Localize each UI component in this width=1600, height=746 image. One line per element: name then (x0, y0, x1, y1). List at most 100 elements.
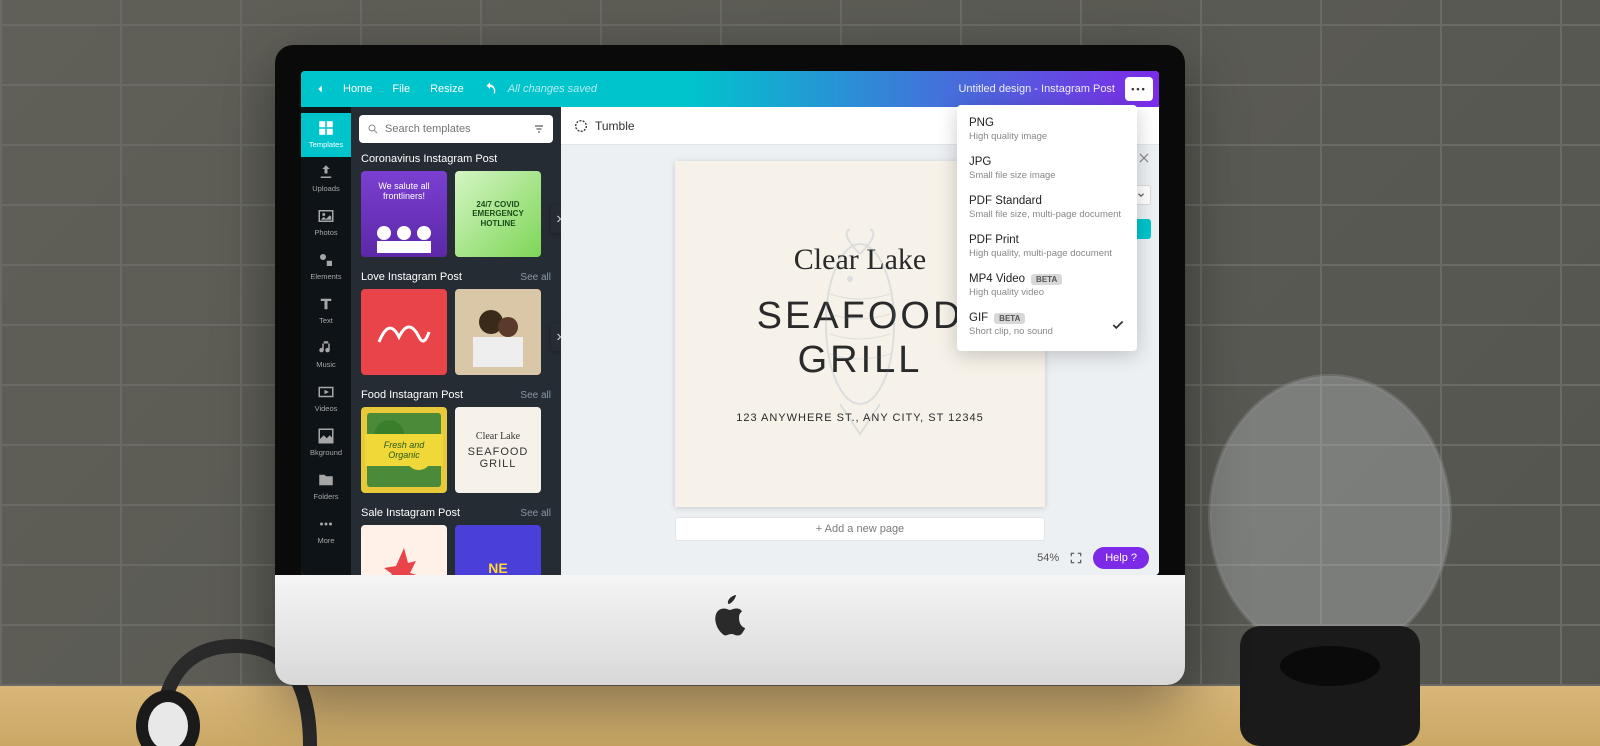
more-icon (317, 515, 335, 533)
filter-icon[interactable] (533, 122, 545, 136)
more-button[interactable]: ••• (1125, 77, 1153, 101)
option-desc: High quality, multi-page document (969, 248, 1125, 259)
photos-icon (317, 207, 335, 225)
effects-icon[interactable] (573, 118, 589, 134)
bkground-icon (317, 427, 335, 445)
fullscreen-icon[interactable] (1069, 551, 1083, 565)
thumb-text: We salute all (378, 181, 429, 191)
chevron-down-icon (1136, 190, 1146, 200)
text-icon (317, 295, 335, 313)
option-title: JPG (969, 156, 991, 168)
template-thumb[interactable]: We salute allfrontliners! (361, 171, 447, 257)
rail-label: Folders (313, 492, 338, 501)
resize-menu[interactable]: Resize (420, 83, 474, 95)
rail-label: Videos (315, 404, 338, 413)
music-icon (317, 339, 335, 357)
template-thumb[interactable]: Clear Lake SEAFOODGRILL (455, 407, 541, 493)
uploads-icon (317, 163, 335, 181)
thumbs-next[interactable]: › (551, 323, 561, 351)
rail-label: Templates (309, 140, 343, 149)
export-option-pdf-standard[interactable]: PDF Standard Small file size, multi-page… (957, 189, 1137, 228)
save-status: All changes saved (508, 83, 597, 95)
export-option-png[interactable]: PNG High quality image (957, 111, 1137, 150)
template-thumb[interactable]: 24/7 COVIDEMERGENCYHOTLINE (455, 171, 541, 257)
option-desc: Small file size, multi-page document (969, 209, 1125, 220)
templates-panel: Coronavirus Instagram Post We salute all… (351, 107, 561, 575)
template-thumb[interactable]: NE (455, 525, 541, 575)
option-title: PNG (969, 117, 994, 129)
tumble-button[interactable]: Tumble (595, 119, 635, 133)
option-desc: Short clip, no sound (969, 326, 1125, 337)
rail-label: Bkground (310, 448, 342, 457)
chevron-left-icon (313, 82, 327, 96)
option-title: GIF (969, 312, 988, 324)
option-title: PDF Print (969, 234, 1019, 246)
thumb-text: frontliners! (383, 191, 425, 201)
see-all-link[interactable]: See all (520, 390, 551, 401)
rail-label: More (317, 536, 334, 545)
template-thumb[interactable]: Fresh and Organic (361, 407, 447, 493)
undo-button[interactable] (482, 81, 498, 97)
back-button[interactable] (307, 82, 333, 96)
see-all-link[interactable]: See all (520, 272, 551, 283)
family-photo-icon (463, 297, 533, 367)
beta-badge: BETA (994, 313, 1025, 324)
check-icon (1111, 318, 1125, 332)
search-icon (367, 122, 379, 136)
love-script-icon (374, 307, 434, 357)
side-rail: Templates Uploads Photos Elements Text M… (301, 107, 351, 575)
thumb-text: 24/7 COVID (476, 200, 519, 209)
imac-frame: Home File Resize All changes saved Untit… (275, 45, 1185, 685)
speaker-prop (1200, 366, 1460, 746)
export-option-pdf-print[interactable]: PDF Print High quality, multi-page docum… (957, 228, 1137, 267)
rail-elements[interactable]: Elements (301, 245, 351, 289)
rail-text[interactable]: Text (301, 289, 351, 333)
rail-bkground[interactable]: Bkground (301, 421, 351, 465)
top-bar: Home File Resize All changes saved Untit… (301, 71, 1159, 107)
add-page-button[interactable]: + Add a new page (675, 517, 1045, 541)
option-desc: High quality image (969, 131, 1125, 142)
search-input[interactable] (385, 123, 527, 135)
option-title: MP4 Video (969, 273, 1025, 285)
zoom-level[interactable]: 54% (1037, 552, 1059, 564)
rail-label: Photos (314, 228, 337, 237)
rail-templates[interactable]: Templates (301, 113, 351, 157)
option-desc: Small file size image (969, 170, 1125, 181)
hand-icon (374, 538, 434, 575)
design-title[interactable]: Untitled design - Instagram Post (958, 83, 1115, 95)
rail-more[interactable]: More (301, 509, 351, 553)
export-option-gif[interactable]: GIF BETA Short clip, no sound (957, 306, 1137, 345)
option-desc: High quality video (969, 287, 1125, 298)
close-panel-button[interactable] (1137, 151, 1151, 170)
rail-label: Music (316, 360, 336, 369)
videos-icon (317, 383, 335, 401)
template-thumb[interactable] (455, 289, 541, 375)
fish-illustration-icon (800, 224, 920, 444)
section-title: Coronavirus Instagram Post (361, 153, 497, 165)
home-menu[interactable]: Home (333, 83, 382, 95)
section-title: Love Instagram Post (361, 271, 462, 283)
rail-label: Elements (310, 272, 341, 281)
beta-badge: BETA (1031, 274, 1062, 285)
export-option-mp4[interactable]: MP4 Video BETA High quality video (957, 267, 1137, 306)
thumbs-next[interactable]: › (551, 205, 561, 233)
see-all-link[interactable]: See all (520, 508, 551, 519)
search-box[interactable] (359, 115, 553, 143)
template-thumb[interactable] (361, 525, 447, 575)
rail-videos[interactable]: Videos (301, 377, 351, 421)
option-title: PDF Standard (969, 195, 1042, 207)
template-thumb[interactable] (361, 289, 447, 375)
rail-photos[interactable]: Photos (301, 201, 351, 245)
folders-icon (317, 471, 335, 489)
apple-logo-icon (712, 595, 748, 637)
file-menu[interactable]: File (382, 83, 420, 95)
rail-music[interactable]: Music (301, 333, 351, 377)
rail-label: Uploads (312, 184, 340, 193)
help-button[interactable]: Help ? (1093, 547, 1149, 569)
rail-folders[interactable]: Folders (301, 465, 351, 509)
undo-icon (482, 81, 498, 97)
export-option-jpg[interactable]: JPG Small file size image (957, 150, 1137, 189)
rail-label: Text (319, 316, 333, 325)
thumb-text: HOTLINE (480, 219, 515, 228)
rail-uploads[interactable]: Uploads (301, 157, 351, 201)
